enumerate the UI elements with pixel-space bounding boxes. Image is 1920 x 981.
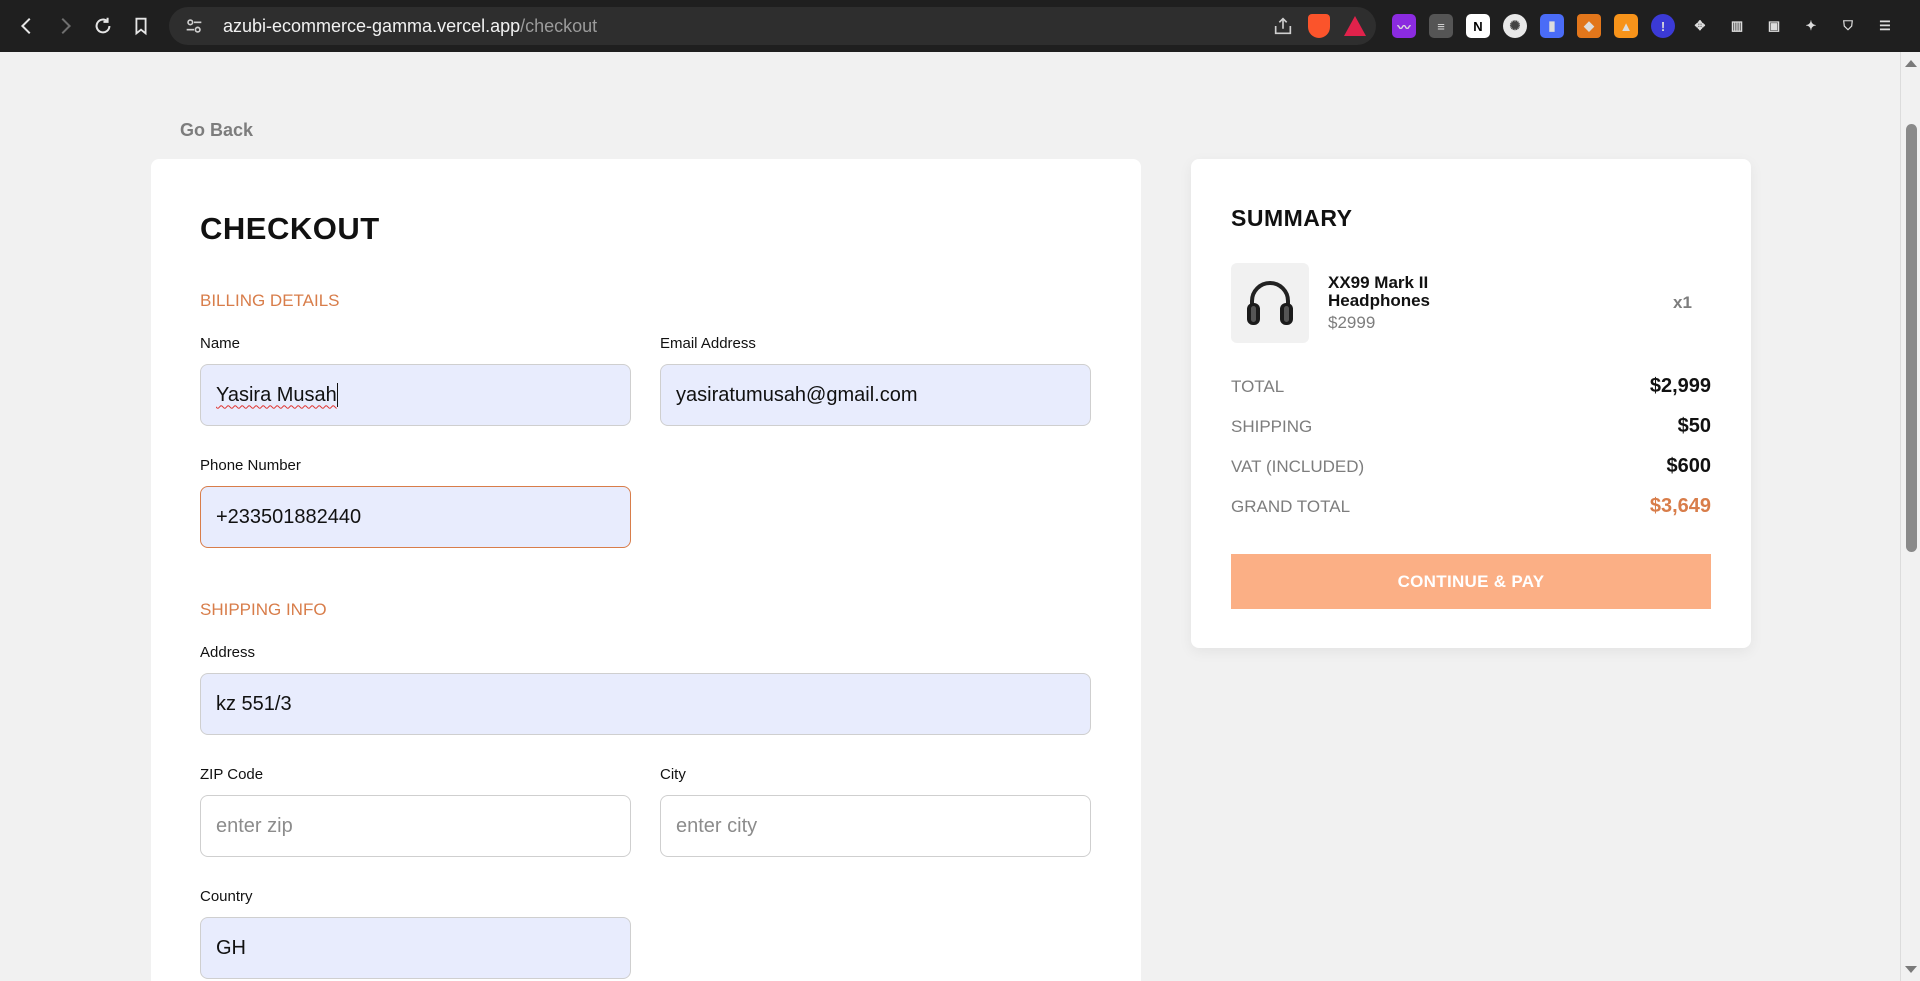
phone-input[interactable] (200, 486, 631, 548)
scroll-down-icon[interactable] (1905, 966, 1917, 973)
country-input[interactable] (200, 917, 631, 979)
vpn-shield-icon[interactable]: ⛉ (1836, 14, 1860, 38)
summary-row-vat: VAT (INCLUDED) $600 (1231, 455, 1711, 478)
menu-icon[interactable]: ☰ (1873, 14, 1897, 38)
extensions-puzzle-icon[interactable]: ✥ (1688, 14, 1712, 38)
zip-input[interactable] (200, 795, 631, 857)
grand-total-label: GRAND TOTAL (1231, 496, 1351, 516)
total-value: $2,999 (1649, 375, 1711, 397)
extension-flame-icon[interactable]: ▲ (1614, 14, 1638, 38)
extensions-bar: 〰 ≡ N ✺ ▮ ◆ ▲ ! ✥ ▥ ▣ ✦ ⛉ ☰ (1392, 7, 1897, 45)
metamask-icon[interactable]: ◆ (1577, 14, 1601, 38)
browser-toolbar: azubi-ecommerce-gamma.vercel.app/checkou… (0, 0, 1920, 52)
reload-icon[interactable] (84, 7, 122, 45)
shipping-label: SHIPPING (1231, 416, 1313, 436)
product-name: XX99 Mark II Headphones (1328, 273, 1431, 310)
page-scrollbar[interactable] (1900, 52, 1920, 981)
email-input[interactable] (660, 364, 1091, 426)
sidebar-icon[interactable]: ▥ (1725, 14, 1749, 38)
extension-purple-icon[interactable]: 〰 (1392, 14, 1416, 38)
shipping-info-heading: SHIPPING INFO (200, 600, 327, 619)
grand-total-value: $3,649 (1649, 495, 1711, 517)
total-label: TOTAL (1231, 376, 1285, 396)
checkout-form: CHECKOUT BILLING DETAILS Name Yasira Mus… (151, 159, 1141, 981)
scroll-thumb[interactable] (1906, 124, 1917, 552)
summary-row-shipping: SHIPPING $50 (1231, 415, 1711, 438)
phone-label: Phone Number (200, 457, 301, 474)
address-label: Address (200, 644, 256, 661)
brave-rewards-icon[interactable] (1344, 16, 1366, 36)
continue-and-pay-button[interactable]: CONTINUE & PAY (1231, 554, 1711, 609)
name-value: Yasira Musah (216, 383, 337, 406)
order-summary: SUMMARY XX99 Mark II Headphones $2999 x1… (1191, 159, 1751, 648)
scroll-up-icon[interactable] (1905, 60, 1917, 67)
country-label: Country (200, 888, 253, 905)
notion-icon[interactable]: N (1466, 14, 1490, 38)
url-host: azubi-ecommerce-gamma.vercel.app (223, 15, 521, 36)
vat-label: VAT (INCLUDED) (1231, 456, 1365, 476)
forward-icon[interactable] (46, 7, 84, 45)
product-thumbnail (1231, 263, 1309, 343)
city-label: City (660, 766, 686, 783)
leo-ai-icon[interactable]: ✦ (1799, 14, 1823, 38)
brave-shields-icon[interactable] (1308, 14, 1330, 38)
openai-icon[interactable]: ✺ (1503, 14, 1527, 38)
shipping-value: $50 (1677, 415, 1711, 437)
billing-details-heading: BILLING DETAILS (200, 291, 340, 310)
extension-notes-icon[interactable]: ≡ (1429, 14, 1453, 38)
name-label: Name (200, 335, 241, 352)
extension-info-icon[interactable]: ! (1651, 14, 1675, 38)
site-settings-icon[interactable] (183, 15, 205, 37)
summary-row-grand-total: GRAND TOTAL $3,649 (1231, 495, 1711, 518)
summary-title: SUMMARY (1231, 205, 1353, 231)
share-icon[interactable] (1272, 15, 1294, 37)
email-label: Email Address (660, 335, 756, 352)
address-bar[interactable]: azubi-ecommerce-gamma.vercel.app/checkou… (169, 7, 1376, 45)
checkout-title: CHECKOUT (200, 211, 380, 246)
city-input[interactable] (660, 795, 1091, 857)
vat-value: $600 (1666, 455, 1712, 477)
headphones-icon (1247, 281, 1293, 325)
product-price: $2999 (1328, 313, 1376, 332)
name-input[interactable]: Yasira Musah (200, 364, 631, 426)
wallet-icon[interactable]: ▣ (1762, 14, 1786, 38)
extension-docs-icon[interactable]: ▮ (1540, 14, 1564, 38)
back-icon[interactable] (8, 7, 46, 45)
bookmark-icon[interactable] (122, 7, 160, 45)
address-input[interactable] (200, 673, 1091, 735)
url-path: /checkout (520, 15, 598, 36)
zip-label: ZIP Code (200, 766, 264, 783)
product-quantity: x1 (1673, 293, 1692, 312)
go-back-link[interactable]: Go Back (180, 120, 253, 141)
summary-row-total: TOTAL $2,999 (1231, 375, 1711, 398)
